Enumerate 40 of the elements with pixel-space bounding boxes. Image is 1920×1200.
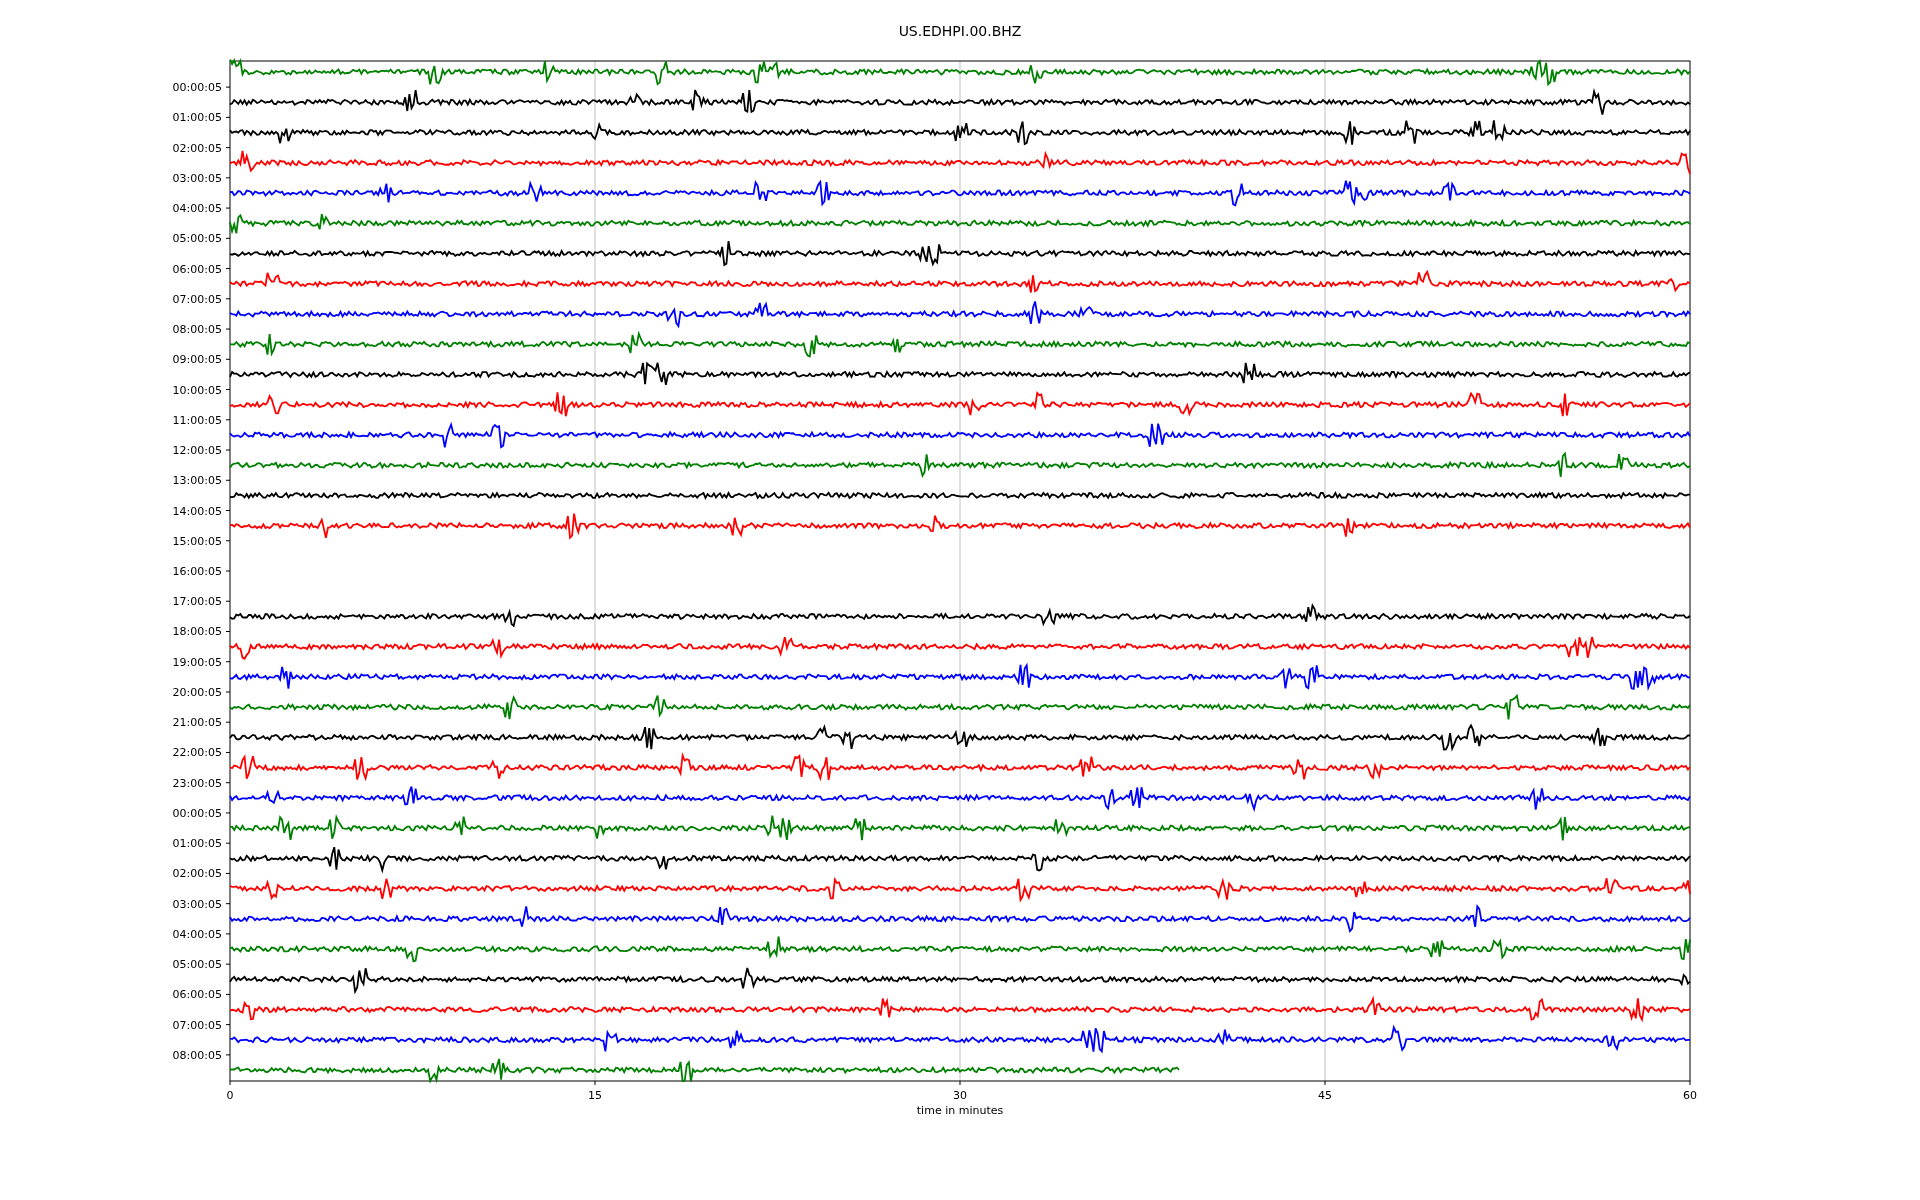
- time-label: 05:00:05: [172, 958, 222, 972]
- time-label: 23:00:05: [172, 776, 222, 790]
- time-label: 11:00:05: [172, 413, 222, 427]
- time-label: 17:00:05: [172, 595, 222, 609]
- time-label: 16:00:05: [172, 565, 222, 578]
- time-label: 06:00:05: [172, 262, 222, 276]
- time-label: 03:00:05: [172, 171, 222, 185]
- time-label: 13:00:05: [172, 474, 222, 488]
- time-label: 05:00:05: [172, 232, 222, 246]
- time-label: 03:00:05: [172, 897, 222, 911]
- time-label: 00:00:05: [172, 806, 222, 820]
- time-label: 20:00:05: [172, 685, 222, 699]
- time-label: 21:00:05: [172, 716, 222, 730]
- time-label: 04:00:05: [172, 927, 222, 941]
- time-label: 18:00:05: [172, 625, 222, 639]
- time-label: 10:00:05: [172, 383, 222, 397]
- minute-label: 0: [226, 1089, 234, 1102]
- time-label: 12:00:05: [172, 444, 222, 458]
- minute-label: 15: [588, 1089, 602, 1102]
- time-label: 07:00:05: [172, 292, 222, 306]
- time-label: 14:00:05: [172, 504, 222, 518]
- time-label: 01:00:05: [172, 111, 222, 125]
- time-label: 07:00:05: [172, 1018, 222, 1032]
- minute-label: 60: [1683, 1089, 1697, 1102]
- time-label: 02:00:05: [172, 141, 222, 155]
- plot-title: US.EDHPI.00.BHZ: [898, 23, 1022, 39]
- time-label: 08:00:05: [172, 1048, 222, 1062]
- minute-label: 45: [1318, 1089, 1332, 1102]
- minute-label: 30: [953, 1089, 967, 1102]
- time-label: 00:00:05: [172, 81, 222, 95]
- time-label: 15:00:05: [172, 534, 222, 548]
- time-label: 19:00:05: [172, 655, 222, 669]
- time-label: 02:00:05: [172, 867, 222, 881]
- time-label: 08:00:05: [172, 323, 222, 337]
- time-label: 06:00:05: [172, 988, 222, 1002]
- time-label: 22:00:05: [172, 746, 222, 760]
- time-label: 01:00:05: [172, 837, 222, 851]
- axis-label: time in minutes: [916, 1104, 1004, 1117]
- time-label: 04:00:05: [172, 202, 222, 216]
- time-label: 09:00:05: [172, 353, 222, 367]
